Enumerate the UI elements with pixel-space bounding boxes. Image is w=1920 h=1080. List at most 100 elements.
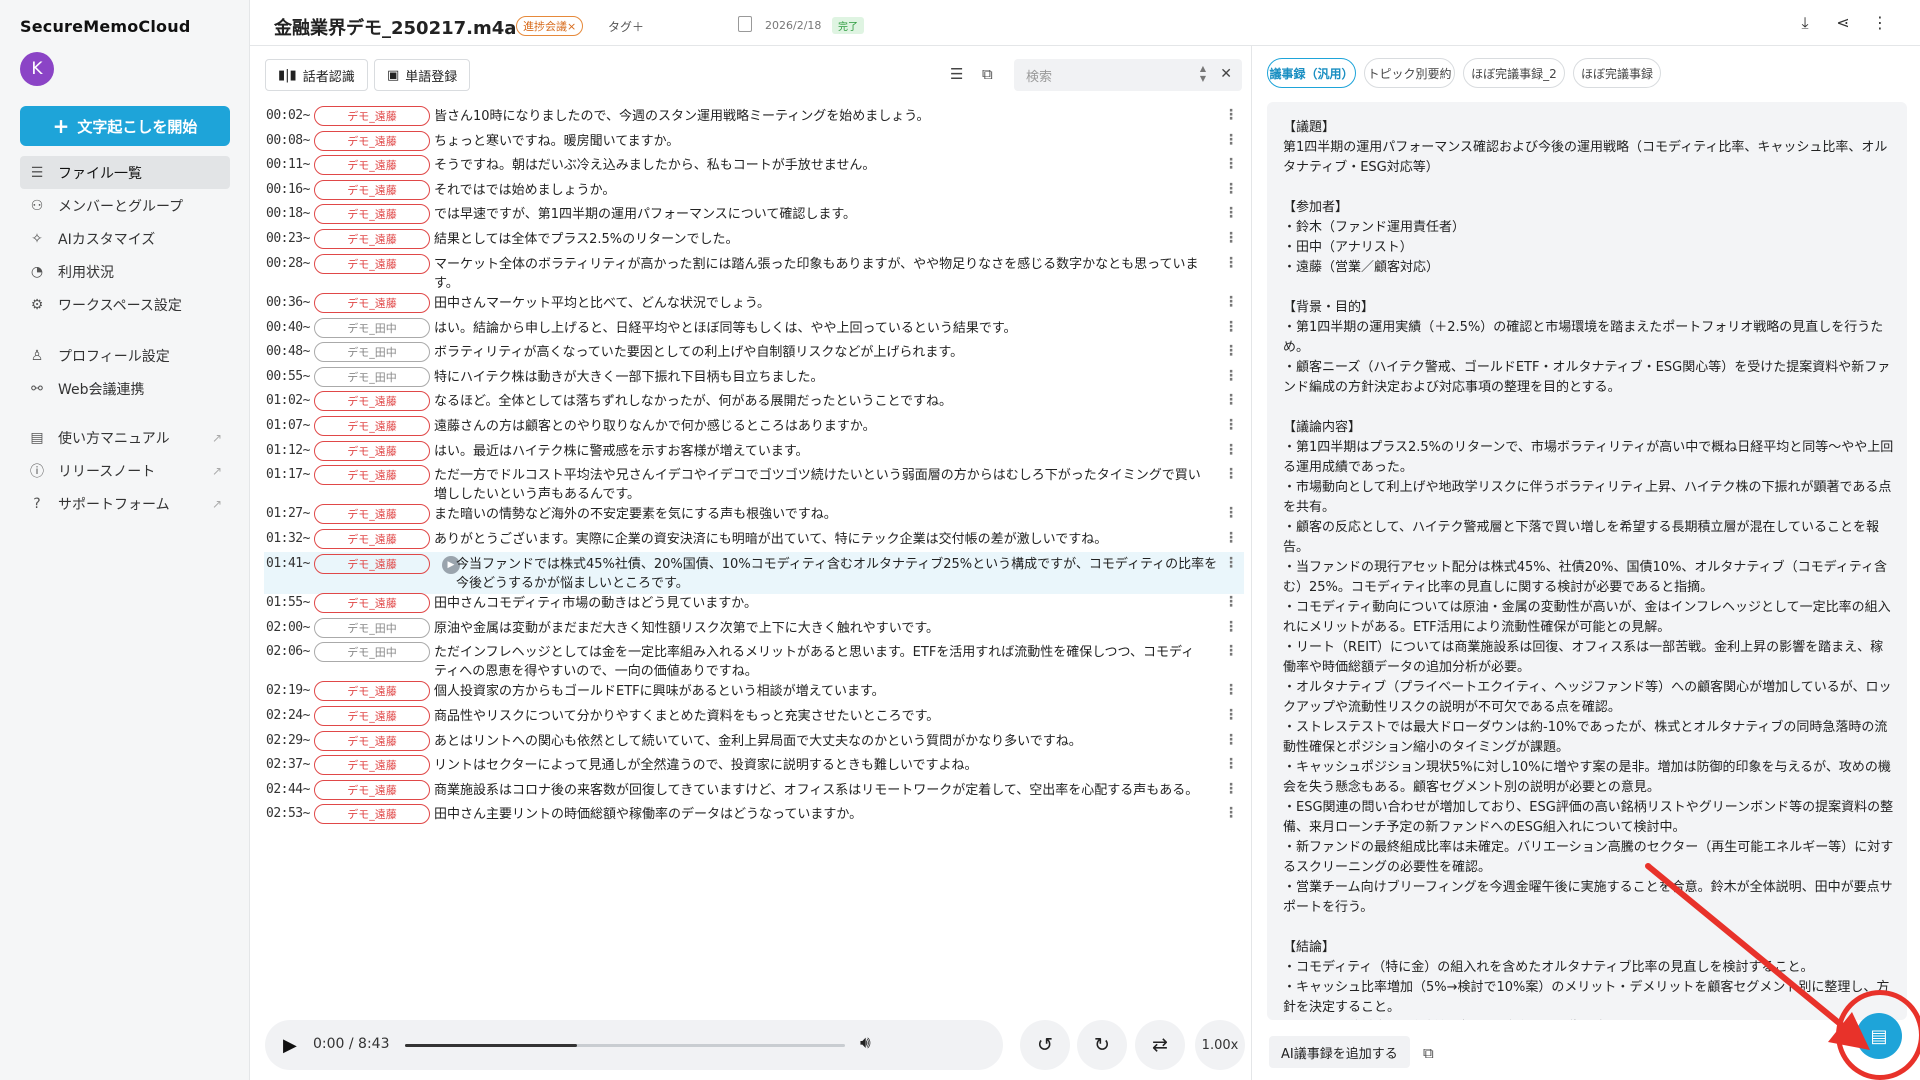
speaker-badge[interactable]: デモ_遠藤 — [314, 529, 430, 549]
speaker-badge[interactable]: デモ_田中 — [314, 342, 430, 363]
speaker-badge[interactable]: デモ_遠藤 — [314, 706, 430, 726]
add-ai-minutes-button[interactable]: AI議事録を追加する — [1269, 1036, 1410, 1068]
timestamp[interactable]: 00:16~ — [266, 182, 310, 197]
file-title[interactable]: 金融業界デモ_250217.m4a — [274, 14, 516, 40]
sidebar-item[interactable]: ♙ プロフィール設定 — [20, 339, 230, 372]
timestamp[interactable]: 00:11~ — [266, 157, 310, 172]
sidebar-item[interactable]: ? サポートフォーム ↗ — [20, 487, 230, 520]
timestamp[interactable]: 01:27~ — [266, 506, 310, 521]
transcript-text[interactable]: あとはリントへの関心も依然として続いていて、金利上昇局面で大丈夫なのかという質問… — [434, 732, 1204, 751]
speaker-badge[interactable]: デモ_遠藤 — [314, 253, 430, 274]
more-menu-icon[interactable]: ⋮ — [1224, 643, 1238, 659]
transcript-row[interactable]: 00:23~ デモ_遠藤 結果としては全体でプラス2.5%のリターンでした。 ⋮ — [264, 227, 1244, 254]
timestamp[interactable]: 02:53~ — [266, 806, 310, 821]
transcript-text[interactable]: では早速ですが、第1四半期の運用パフォーマンスについて確認します。 — [434, 205, 1204, 224]
transcript-row[interactable]: 02:19~ デモ_遠藤 個人投資家の方からもゴールドETFに興味があるという相談が… — [264, 679, 1244, 706]
timestamp[interactable]: 02:44~ — [266, 782, 310, 797]
more-menu-icon[interactable]: ⋮ — [1224, 181, 1238, 197]
speaker-badge[interactable]: デモ_田中 — [314, 642, 430, 663]
timestamp[interactable]: 00:40~ — [266, 320, 310, 335]
sidebar-item[interactable]: ▤ 使い方マニュアル ↗ — [20, 421, 230, 454]
transcript-text[interactable]: 皆さん10時になりましたので、今週のスタン運用戦略ミーティングを始めましょう。 — [434, 107, 1204, 126]
timestamp[interactable]: 02:29~ — [266, 733, 310, 748]
timestamp[interactable]: 01:02~ — [266, 393, 310, 408]
more-menu-icon[interactable]: ⋮ — [1224, 707, 1238, 723]
transcript-row[interactable]: 02:24~ デモ_遠藤 商品性やリスクについて分かりやすくまとめた資料をもっと充実… — [264, 704, 1244, 731]
transcript-text[interactable]: そうですね。朝はだいぶ冷え込みましたから、私もコートが手放せません。 — [434, 156, 1204, 175]
more-menu-icon[interactable]: ⋮ — [1224, 466, 1238, 482]
transcript-row[interactable]: 01:02~ デモ_遠藤 なるほど。全体としては落ちずれしなかったが、何がある展開だ… — [264, 389, 1244, 416]
transcript-text[interactable]: 特にハイテク株は動きが大きく一部下振れ下目柄も目立ちました。 — [434, 368, 1204, 387]
more-menu-icon[interactable]: ⋮ — [1224, 594, 1238, 610]
speaker-badge[interactable]: デモ_遠藤 — [314, 465, 430, 486]
transcript-text[interactable]: 遠藤さんの方は顧客とのやり取りなんかで何か感じるところはありますか。 — [434, 417, 1204, 436]
timestamp[interactable]: 01:32~ — [266, 531, 310, 546]
more-menu-icon[interactable]: ⋮ — [1224, 368, 1238, 384]
transcript-row[interactable]: 00:18~ デモ_遠藤 では早速ですが、第1四半期の運用パフォーマンスについて確認… — [264, 202, 1244, 229]
timestamp[interactable]: 00:18~ — [266, 206, 310, 221]
more-menu-icon[interactable]: ⋮ — [1224, 781, 1238, 797]
transcript-text[interactable]: はい。結論から申し上げると、日経平均やとほぼ同等もしくは、やや上回っているという… — [434, 319, 1204, 338]
speaker-badge[interactable]: デモ_遠藤 — [314, 106, 430, 126]
transcript-text[interactable]: ただ一方でドルコスト平均法や兄さんイデコやイデコでゴツゴツ続けたいという弱面層の… — [434, 466, 1204, 504]
transcript-row[interactable]: 00:28~ デモ_遠藤 マーケット全体のボラティリティが高かった割には踏ん張った印… — [264, 252, 1244, 294]
speaker-badge[interactable]: デモ_遠藤 — [314, 179, 430, 200]
start-transcription-button[interactable]: + 文字起こしを開始 — [20, 106, 230, 146]
transcript-row[interactable]: 01:41~ デモ_遠藤 ▶ 今当ファンドでは株式45%社債、20%国債、10%コモデ… — [264, 551, 1244, 594]
transcript-row[interactable]: 02:29~ デモ_遠藤 あとはリントへの関心も依然として続いていて、金利上昇局面で… — [264, 729, 1244, 756]
more-menu-icon[interactable]: ⋮ — [1224, 619, 1238, 635]
transcript-row[interactable]: 01:07~ デモ_遠藤 遠藤さんの方は顧客とのやり取りなんかで何か感じるところはあ… — [264, 414, 1244, 441]
transcript-row[interactable]: 02:37~ デモ_遠藤 リントはセクターによって見通しが全然違うので、投資家に説明… — [264, 753, 1244, 780]
speaker-badge[interactable]: デモ_遠藤 — [314, 415, 430, 436]
speaker-badge[interactable]: デモ_遠藤 — [314, 204, 430, 225]
speaker-badge[interactable]: デモ_田中 — [314, 366, 430, 387]
more-menu-icon[interactable]: ⋮ — [1224, 132, 1238, 148]
tab-minutes[interactable]: 議事録（汎用） — [1267, 58, 1356, 88]
more-menu-icon[interactable]: ⋮ — [1224, 205, 1238, 221]
transcript-text[interactable]: 田中さんマーケット平均と比べて、どんな状況でしょう。 — [434, 294, 1204, 313]
transcript-text[interactable]: ありがとうございます。実際に企業の資安決済にも明暗が出ていて、特にテック企業は交… — [434, 530, 1204, 549]
repeat-icon[interactable]: ⇄ — [1135, 1020, 1185, 1070]
transcript-row[interactable]: 02:06~ デモ_田中 ただインフレヘッジとしては金を一定比率組み入れるメリットが… — [264, 640, 1244, 682]
timestamp[interactable]: 01:55~ — [266, 595, 310, 610]
more-menu-icon[interactable]: ⋮ — [1224, 392, 1238, 408]
timestamp[interactable]: 00:28~ — [266, 256, 310, 271]
timestamp[interactable]: 01:17~ — [266, 467, 310, 482]
more-menu-icon[interactable]: ⋮ — [1224, 417, 1238, 433]
speaker-badge[interactable]: デモ_遠藤 — [314, 229, 430, 249]
speaker-badge[interactable]: デモ_遠藤 — [314, 592, 430, 613]
transcript-text[interactable]: リントはセクターによって見通しが全然違うので、投資家に説明するときも難しいですよ… — [434, 756, 1204, 775]
transcript-text[interactable]: 今当ファンドでは株式45%社債、20%国債、10%コモディティ含むオルタナティブ… — [456, 555, 1226, 593]
transcript-row[interactable]: 00:16~ デモ_遠藤 それではでは始めましょうか。 ⋮ — [264, 178, 1244, 205]
more-menu-icon[interactable]: ⋮ — [1224, 682, 1238, 698]
more-menu-icon[interactable]: ⋮ — [1224, 255, 1238, 271]
timestamp[interactable]: 02:24~ — [266, 708, 310, 723]
speaker-badge[interactable]: デモ_遠藤 — [314, 504, 430, 525]
playback-speed[interactable]: 1.00x — [1195, 1020, 1245, 1070]
transcript-text[interactable]: それではでは始めましょうか。 — [434, 181, 1204, 200]
speaker-badge[interactable]: デモ_田中 — [314, 617, 430, 638]
sidebar-item[interactable]: ✧ AIカスタマイズ — [20, 222, 230, 255]
speaker-badge[interactable]: デモ_遠藤 — [314, 292, 430, 313]
speaker-badge[interactable]: デモ_田中 — [314, 317, 430, 338]
forward-icon[interactable]: ↻ — [1077, 1020, 1127, 1070]
transcript-text[interactable]: なるほど。全体としては落ちずれしなかったが、何がある展開だったということですね。 — [434, 392, 1204, 411]
transcript-text[interactable]: 商品性やリスクについて分かりやすくまとめた資料をもっと充実させたいところです。 — [434, 707, 1204, 726]
speaker-badge[interactable]: デモ_遠藤 — [314, 553, 430, 574]
transcript-row[interactable]: 01:12~ デモ_遠藤 はい。最近はハイテク株に警戒感を示すお客様が増えています。… — [264, 439, 1244, 466]
speaker-badge[interactable]: デモ_遠藤 — [314, 681, 430, 702]
transcript-row[interactable]: 01:27~ デモ_遠藤 また暗いの情勢など海外の不安定要素を気にする声も根強いです… — [264, 502, 1244, 529]
close-icon[interactable]: ✕ — [1220, 66, 1232, 82]
timestamp[interactable]: 00:36~ — [266, 295, 310, 310]
timestamp[interactable]: 01:07~ — [266, 418, 310, 433]
sidebar-item[interactable]: ⓘ リリースノート ↗ — [20, 454, 230, 487]
transcript-row[interactable]: 00:48~ デモ_田中 ボラティリティが高くなっていた要因としての利上げや自制額リ… — [264, 340, 1244, 367]
timestamp[interactable]: 00:48~ — [266, 344, 310, 359]
transcript-row[interactable]: 00:55~ デモ_田中 特にハイテク株は動きが大きく一部下振れ下目柄も目立ちました… — [264, 365, 1244, 392]
transcript-text[interactable]: 個人投資家の方からもゴールドETFに興味があるという相談が増えています。 — [434, 682, 1204, 701]
transcript-text[interactable]: 結果としては全体でプラス2.5%のリターンでした。 — [434, 230, 1204, 249]
minutes-text[interactable]: 【議題】 第1四半期の運用パフォーマンス確認および今後の運用戦略（コモディティ比… — [1283, 118, 1895, 1020]
tab-minutes[interactable]: ほぼ完議事録 — [1573, 58, 1661, 88]
checklist-icon[interactable]: ☰ — [950, 65, 963, 83]
tab-minutes[interactable]: ほぼ完議事録_2 — [1463, 58, 1565, 88]
